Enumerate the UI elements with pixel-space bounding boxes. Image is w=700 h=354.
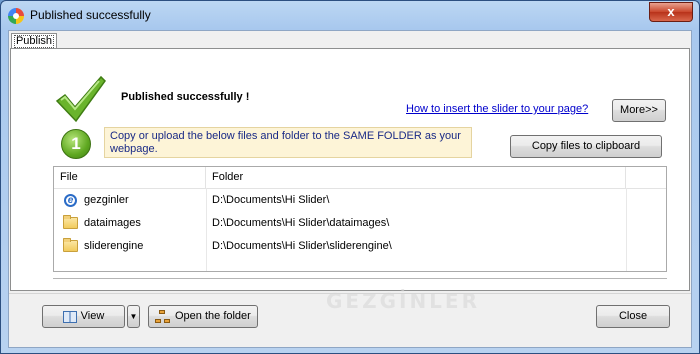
folder-path: D:\Documents\Hi Slider\	[212, 194, 330, 206]
folder-icon	[63, 238, 78, 252]
horizontal-scrollbar[interactable]	[53, 278, 667, 282]
success-heading: Published successfully !	[121, 91, 250, 103]
window-close-button[interactable]: x	[649, 2, 693, 22]
table-row[interactable]: sliderengine D:\Documents\Hi Slider\slid…	[54, 235, 666, 258]
client-area: Publish Published successfully ! How to …	[8, 30, 692, 348]
table-row[interactable]: dataimages D:\Documents\Hi Slider\dataim…	[54, 212, 666, 235]
close-button[interactable]: Close	[596, 305, 670, 328]
view-button[interactable]: View	[42, 305, 125, 328]
title-bar: Published successfully x	[1, 1, 699, 29]
open-folder-button[interactable]: Open the folder	[148, 305, 258, 328]
more-button[interactable]: More>>	[612, 99, 666, 122]
publish-panel: Published successfully ! How to insert t…	[10, 48, 690, 313]
column-header-file[interactable]: File	[54, 167, 206, 188]
ie-icon: e	[64, 194, 77, 207]
file-list-header: File Folder	[54, 167, 666, 189]
book-icon	[63, 311, 77, 323]
app-logo-icon	[8, 8, 24, 24]
file-name: dataimages	[84, 217, 141, 229]
footer-divider	[9, 293, 691, 294]
instruction-note: Copy or upload the below files and folde…	[104, 127, 472, 158]
howto-insert-link[interactable]: How to insert the slider to your page?	[406, 103, 588, 115]
step-one-badge: 1	[61, 129, 91, 159]
open-folder-label: Open the folder	[175, 310, 251, 322]
view-dropdown-button[interactable]: ▼	[127, 305, 140, 328]
column-header-folder[interactable]: Folder	[206, 167, 626, 188]
file-list: File Folder e gezginler D:\Documents\Hi …	[53, 166, 667, 313]
success-checkmark-icon	[55, 75, 106, 123]
copy-files-button[interactable]: Copy files to clipboard	[510, 135, 662, 158]
folder-path: D:\Documents\Hi Slider\dataimages\	[212, 217, 390, 229]
folder-path: D:\Documents\Hi Slider\sliderengine\	[212, 240, 392, 252]
folder-icon	[63, 215, 78, 229]
table-row[interactable]: e gezginler D:\Documents\Hi Slider\	[54, 189, 666, 212]
file-name: gezginler	[84, 194, 129, 206]
dialog-window: Published successfully x Publish Publish…	[0, 0, 700, 354]
file-name: sliderengine	[84, 240, 144, 252]
tab-publish-label: Publish	[13, 35, 55, 48]
window-title: Published successfully	[30, 8, 151, 22]
folder-tree-icon	[155, 310, 170, 324]
